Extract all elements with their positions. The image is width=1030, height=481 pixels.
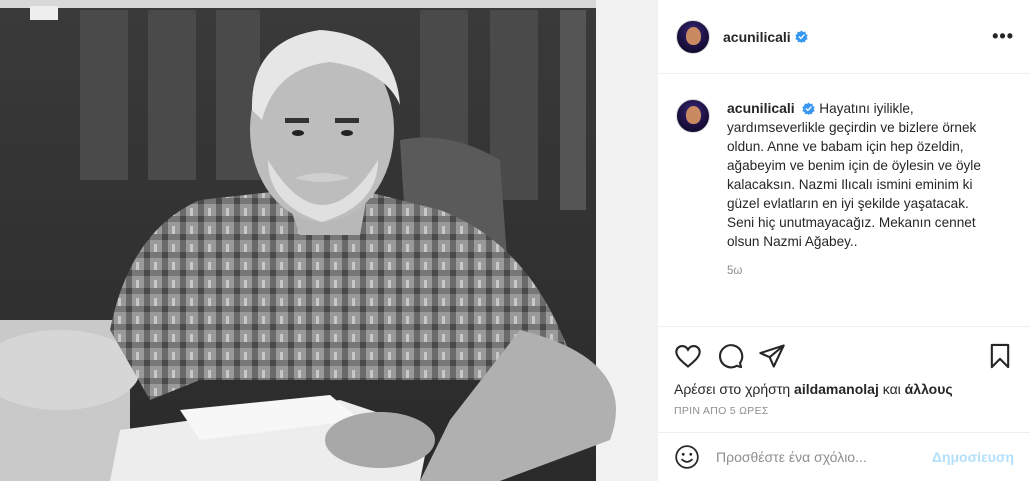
actions-section: Αρέσει στο χρήστη aildamanolaj και άλλου… (658, 326, 1030, 432)
post-side-panel: acunilicali ••• acunilicali Hayatını iyi… (657, 0, 1030, 481)
avatar[interactable] (676, 19, 710, 54)
caption-avatar[interactable] (676, 99, 710, 133)
caption-username[interactable]: acunilicali (727, 100, 795, 116)
comment-box: Δημοσίευση (658, 432, 1030, 481)
header-username[interactable]: acunilicali (723, 29, 791, 45)
likes-conjunction: και (882, 381, 901, 397)
likes-summary: Αρέσει στο χρήστη aildamanolaj και άλλου… (674, 381, 1014, 397)
bookmark-icon[interactable] (986, 342, 1014, 370)
post-photo[interactable] (0, 0, 657, 481)
verified-badge-icon (802, 102, 816, 115)
likes-user-link[interactable]: aildamanolaj (794, 381, 879, 397)
comment-icon[interactable] (716, 342, 744, 370)
likes-others-link[interactable]: άλλους (905, 381, 953, 397)
post-timestamp[interactable]: ΠΡΙΝ ΑΠΟ 5 ΩΡΕΣ (674, 405, 1014, 417)
caption: acunilicali Hayatını iyilikle, yardımsev… (727, 99, 989, 251)
post-photo-image (0, 0, 657, 481)
heart-icon[interactable] (674, 342, 702, 370)
caption-section: acunilicali Hayatını iyilikle, yardımsev… (658, 75, 1030, 335)
action-icons (674, 341, 1014, 371)
caption-text: Hayatını iyilikle, yardımseverlikle geçi… (727, 101, 981, 249)
post-header: acunilicali ••• (658, 0, 1030, 74)
share-icon[interactable] (758, 342, 786, 370)
more-options-button[interactable]: ••• (992, 26, 1014, 47)
caption-age: 5ω (727, 265, 743, 277)
comment-input[interactable] (716, 449, 906, 465)
likes-prefix: Αρέσει στο χρήστη (674, 381, 791, 397)
publish-button[interactable]: Δημοσίευση (932, 449, 1014, 465)
verified-badge-icon (795, 30, 808, 43)
emoji-icon[interactable] (674, 444, 700, 470)
